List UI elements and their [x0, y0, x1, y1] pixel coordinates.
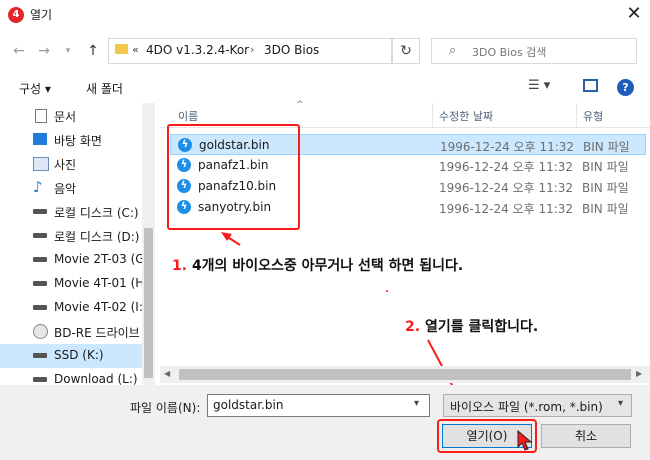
music-icon: ♪: [33, 178, 43, 196]
folder-icon: [115, 44, 128, 54]
sidebar-item-label: SSD (K:): [54, 348, 104, 362]
file-date: 1996-12-24 오후 11:32: [439, 181, 574, 195]
annotation-step2: 2. 열기를 클릭합니다.: [405, 316, 538, 336]
sidebar-item-desktop[interactable]: 바탕 화면: [0, 128, 142, 152]
pictures-icon: [33, 157, 49, 171]
file-type: BIN 파일: [582, 160, 629, 174]
refresh-icon: ↻: [400, 43, 412, 59]
close-icon[interactable]: ✕: [622, 2, 646, 26]
sidebar-item-label: Movie 4T-01 (H: [54, 276, 145, 290]
breadcrumb-overflow[interactable]: «: [132, 43, 139, 56]
sidebar-item-label: 로컬 디스크 (C:): [54, 206, 139, 220]
file-type: BIN 파일: [582, 202, 629, 216]
sidebar-item-drive-g[interactable]: Movie 2T-03 (G: [0, 248, 145, 272]
preview-pane-icon[interactable]: [583, 79, 598, 92]
search-placeholder: 3DO Bios 검색: [472, 46, 547, 59]
filetype-select[interactable]: 바이오스 파일 (*.rom, *.bin): [443, 394, 632, 417]
sidebar-item-pictures[interactable]: 사진: [0, 152, 142, 176]
sidebar-item-documents[interactable]: 문서: [0, 104, 142, 128]
annotation-step1: 1. 4개의 바이오스중 아무거나 선택 하면 됩니다.: [172, 255, 463, 275]
view-options-icon[interactable]: ☰ ▾: [528, 78, 550, 93]
sort-up-icon: ^: [296, 100, 304, 110]
annotation-dot: [386, 290, 388, 292]
sidebar-item-music[interactable]: ♪ 음악: [0, 176, 142, 200]
sidebar-item-drive-i[interactable]: Movie 4T-02 (I:): [0, 296, 148, 320]
annotation-highlight-files: [167, 124, 300, 230]
column-divider[interactable]: [576, 103, 577, 127]
file-date: 1996-12-24 오후 11:32: [440, 140, 575, 154]
annotation-step-number: 1.: [172, 258, 188, 274]
chevron-down-icon[interactable]: ▾: [414, 398, 419, 409]
back-arrow-icon[interactable]: ←: [8, 40, 30, 62]
organize-button[interactable]: 구성 ▾: [19, 80, 51, 97]
column-type[interactable]: 유형: [583, 108, 603, 124]
sidebar-item-label: Download (L:): [54, 372, 138, 385]
filename-label: 파일 이름(N):: [130, 401, 201, 415]
annotation-text: 4개의 바이오스중 아무거나 선택 하면 됩니다.: [191, 258, 464, 274]
chevron-down-icon[interactable]: ▾: [618, 398, 623, 409]
sidebar-item-label: BD-RE 드라이브: [54, 326, 140, 340]
sidebar-item-drive-c[interactable]: 로컬 디스크 (C:): [0, 200, 142, 224]
new-folder-button[interactable]: 새 폴더: [86, 80, 123, 97]
sidebar-item-drive-d[interactable]: 로컬 디스크 (D:): [0, 224, 142, 248]
sidebar-item-label: 바탕 화면: [54, 134, 102, 148]
sidebar-item-label: 문서: [54, 110, 77, 124]
sidebar-item-bd-re[interactable]: BD-RE 드라이브: [0, 320, 142, 344]
cancel-button[interactable]: 취소: [541, 424, 631, 448]
up-arrow-icon[interactable]: ↑: [82, 40, 104, 62]
forward-arrow-icon[interactable]: →: [33, 40, 55, 62]
sidebar-item-label: Movie 2T-03 (G: [54, 252, 145, 266]
system-drive-icon: [33, 209, 47, 214]
sidebar-item-label: 사진: [54, 158, 77, 172]
file-date: 1996-12-24 오후 11:32: [439, 160, 574, 174]
drive-icon: [33, 281, 47, 286]
column-name[interactable]: 이름: [178, 108, 198, 124]
column-modified[interactable]: 수정한 날짜: [439, 108, 493, 124]
sidebar-item-label: 음악: [54, 182, 77, 196]
recent-dropdown-icon[interactable]: ▾: [57, 40, 79, 62]
breadcrumb-item[interactable]: 4DO v1.3.2.4-Kor: [146, 43, 249, 57]
sidebar-scroll-thumb[interactable]: [144, 228, 153, 378]
column-divider[interactable]: [432, 103, 433, 127]
sidebar-item-drive-k[interactable]: SSD (K:): [0, 344, 142, 368]
annotation-text: 열기를 클릭합니다.: [424, 319, 539, 335]
navigation-pane: 문서 바탕 화면 사진 ♪ 음악 로컬 디스크 (C:) 로컬 디스크 (D:)…: [0, 103, 155, 385]
annotation-arrow-1: [225, 235, 241, 246]
annotation-arrowhead-1: [221, 232, 232, 241]
drive-icon: [33, 353, 47, 358]
drive-icon: [33, 377, 47, 382]
filename-input[interactable]: goldstar.bin: [207, 394, 430, 417]
sidebar-item-drive-h[interactable]: Movie 4T-01 (H: [0, 272, 145, 296]
document-icon: [35, 109, 47, 123]
annotation-step-number: 2.: [405, 319, 421, 335]
drive-icon: [33, 233, 47, 238]
scroll-right-icon[interactable]: ▶: [636, 369, 642, 378]
mouse-cursor-icon: [517, 430, 533, 451]
scroll-left-icon[interactable]: ◀: [164, 369, 170, 378]
breadcrumb-separator-icon[interactable]: ›: [250, 43, 254, 56]
file-type: BIN 파일: [583, 140, 630, 154]
refresh-button[interactable]: ↻: [392, 38, 420, 64]
sidebar-item-drive-l[interactable]: Download (L:): [0, 368, 142, 385]
app-icon: 4: [8, 7, 24, 23]
disc-drive-icon: [33, 324, 48, 339]
sidebar-item-label: 로컬 디스크 (D:): [54, 230, 140, 244]
file-type: BIN 파일: [582, 181, 629, 195]
window-title: 열기: [30, 8, 53, 22]
breadcrumb-item[interactable]: 3DO Bios: [264, 43, 319, 57]
title-bar: [0, 0, 650, 31]
search-icon: ⌕: [449, 43, 457, 58]
drive-icon: [33, 257, 47, 262]
sidebar-item-label: Movie 4T-02 (I:): [54, 300, 148, 314]
horizontal-scroll-thumb[interactable]: [179, 369, 631, 380]
help-icon[interactable]: ?: [617, 79, 634, 96]
drive-icon: [33, 305, 47, 310]
file-date: 1996-12-24 오후 11:32: [439, 202, 574, 216]
desktop-icon: [33, 133, 47, 145]
